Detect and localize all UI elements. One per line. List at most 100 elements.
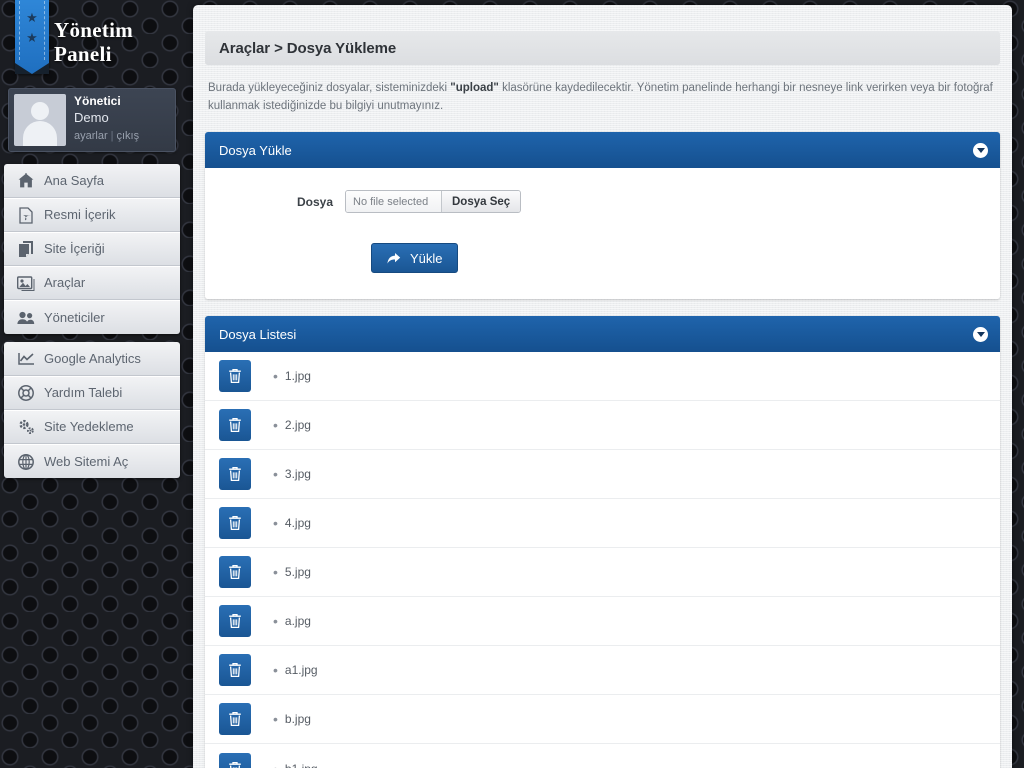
- file-bullet: •: [273, 564, 278, 580]
- ribbon-badge-icon: ★ ★: [15, 0, 49, 74]
- file-row: • 3.jpg: [205, 450, 1000, 499]
- file-bullet: •: [273, 662, 278, 678]
- sidebar-item-label: Yöneticiler: [44, 309, 105, 325]
- file-input[interactable]: No file selected Dosya Seç: [345, 190, 522, 213]
- user-role: Yönetici: [74, 94, 121, 108]
- file-row: • 2.jpg: [205, 401, 1000, 450]
- trash-icon: [229, 564, 241, 580]
- sidebar-item-label: Web Sitemi Aç: [44, 453, 129, 469]
- delete-file-button[interactable]: [219, 654, 251, 686]
- file-list-panel: Dosya Listesi • 1.jpg • 2.jpg • 3.jpg • 4.jpg • 5…: [205, 316, 1000, 768]
- sidebar-item-site-icerigi[interactable]: Site İçeriği: [4, 232, 180, 266]
- upload-submit-label: Yükle: [410, 250, 443, 266]
- user-links: ayarlar | çıkış: [74, 128, 139, 144]
- file-row: • a.jpg: [205, 597, 1000, 646]
- ribbon-stitch-right: [44, 1, 45, 60]
- intro-text: Burada yükleyeceğiniz dosyalar, sistemin…: [208, 79, 997, 115]
- chart-line-icon: [15, 350, 37, 368]
- file-input-placeholder: No file selected: [346, 191, 442, 212]
- submit-row: Yükle: [205, 243, 1000, 273]
- sidebar-item-label: Google Analytics: [44, 350, 141, 366]
- ribbon-stitch-left: [19, 1, 20, 60]
- avatar-body: [23, 121, 57, 146]
- ribbon-star-icon: ★: [26, 30, 38, 45]
- delete-file-button[interactable]: [219, 360, 251, 392]
- lifebuoy-icon: [15, 384, 37, 402]
- upload-panel: Dosya Yükle Dosya No file selected Dosya…: [205, 132, 1000, 299]
- sidebar-item-label: Site Yedekleme: [44, 419, 134, 434]
- sidebar-item-araclar[interactable]: Araçlar: [4, 266, 180, 300]
- delete-file-button[interactable]: [219, 605, 251, 637]
- delete-file-button[interactable]: [219, 703, 251, 735]
- upload-panel-body: Dosya No file selected Dosya Seç Yükle: [205, 168, 1000, 299]
- trash-icon: [229, 368, 241, 384]
- pdf-file-icon: [15, 206, 37, 224]
- globe-icon: [15, 453, 37, 471]
- chevron-down-icon[interactable]: [973, 326, 988, 342]
- file-bullet: •: [273, 711, 278, 727]
- upload-panel-header: Dosya Yükle: [205, 132, 1000, 168]
- trash-icon: [229, 613, 241, 629]
- file-row: • a1.jpg: [205, 646, 1000, 695]
- app-title: Yönetim Paneli: [54, 18, 133, 66]
- delete-file-button[interactable]: [219, 556, 251, 588]
- chevron-down-icon[interactable]: [973, 142, 988, 158]
- intro-part1: Burada yükleyeceğiniz dosyalar, sistemin…: [208, 82, 451, 94]
- sidebar-menu-secondary: Google Analytics Yardım Talebi Site Yede…: [4, 342, 180, 478]
- file-row: • b.jpg: [205, 695, 1000, 744]
- file-name: b.jpg: [284, 712, 311, 726]
- gears-icon: [15, 418, 37, 436]
- sidebar-item-yoneticiler[interactable]: Yöneticiler: [4, 300, 180, 334]
- sidebar-item-yardim-talebi[interactable]: Yardım Talebi: [4, 376, 180, 410]
- upload-panel-title: Dosya Yükle: [219, 142, 292, 158]
- sidebar-item-web-sitemi-ac[interactable]: Web Sitemi Aç: [4, 444, 180, 478]
- file-list-panel-title: Dosya Listesi: [219, 326, 297, 342]
- trash-icon: [229, 466, 241, 482]
- sidebar-item-label: Yardım Talebi: [44, 385, 123, 400]
- home-icon: [15, 172, 37, 190]
- settings-link[interactable]: ayarlar: [74, 130, 108, 142]
- app-title-line2: Paneli: [54, 42, 112, 66]
- file-row: • 1.jpg: [205, 352, 1000, 401]
- file-bullet: •: [273, 466, 278, 482]
- sidebar-item-site-yedekleme[interactable]: Site Yedekleme: [4, 410, 180, 444]
- upload-submit-button[interactable]: Yükle: [371, 243, 458, 273]
- trash-icon: [229, 662, 241, 678]
- file-form-row: Dosya No file selected Dosya Seç: [205, 190, 1000, 213]
- delete-file-button[interactable]: [219, 507, 251, 539]
- file-list-panel-header: Dosya Listesi: [205, 316, 1000, 352]
- sidebar-item-label: Ana Sayfa: [44, 172, 104, 188]
- arrow-forward-icon: [387, 252, 401, 264]
- file-bullet: •: [273, 515, 278, 531]
- sidebar-item-label: Resmi İçerik: [44, 207, 116, 222]
- user-name: Demo: [74, 110, 109, 125]
- user-meta: Yönetici Demo ayarlar | çıkış: [66, 89, 139, 144]
- delete-file-button[interactable]: [219, 458, 251, 490]
- logo-area: ★ ★ Yönetim Paneli: [0, 0, 184, 84]
- sidebar-item-ana-sayfa[interactable]: Ana Sayfa: [4, 164, 180, 198]
- delete-file-button[interactable]: [219, 409, 251, 441]
- file-name: 2.jpg: [284, 418, 311, 432]
- image-card-icon: [15, 274, 37, 292]
- file-name: b1.jpg: [285, 762, 318, 768]
- ribbon-star-icon: ★: [26, 10, 38, 25]
- trash-icon: [229, 417, 241, 433]
- sidebar-item-resmi-icerik[interactable]: Resmi İçerik: [4, 198, 180, 232]
- user-card: Yönetici Demo ayarlar | çıkış: [8, 88, 176, 152]
- trash-icon: [229, 761, 241, 768]
- file-list-body: • 1.jpg • 2.jpg • 3.jpg • 4.jpg • 5.jpg • a.jpg • a1.…: [205, 352, 1000, 768]
- file-bullet: •: [273, 762, 278, 768]
- sidebar-item-google-analytics[interactable]: Google Analytics: [4, 342, 180, 376]
- logout-link[interactable]: çıkış: [116, 130, 139, 142]
- file-name: a.jpg: [284, 614, 311, 628]
- file-bullet: •: [273, 613, 278, 629]
- main-content: Araçlar > Dosya Yükleme Burada yükleyece…: [193, 5, 1012, 768]
- sidebar: ★ ★ Yönetim Paneli Yönetici Demo ayarlar…: [0, 0, 184, 768]
- delete-file-button[interactable]: [219, 752, 251, 768]
- file-row: • b1.jpg: [205, 744, 1000, 768]
- sidebar-menu-primary: Ana Sayfa Resmi İçerik Site İçeriği Araç…: [4, 164, 180, 334]
- choose-file-button[interactable]: Dosya Seç: [442, 191, 521, 212]
- file-field-label: Dosya: [296, 194, 333, 209]
- chevron-down-glyph: [976, 332, 985, 337]
- chevron-down-glyph: [976, 148, 985, 153]
